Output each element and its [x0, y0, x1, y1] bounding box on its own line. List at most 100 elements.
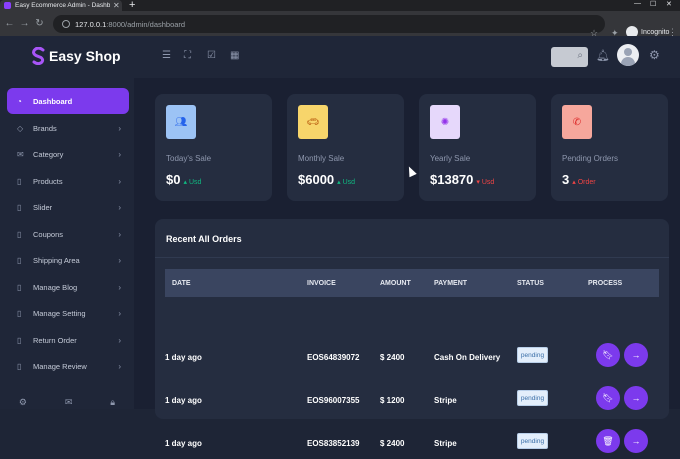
recent-orders-panel: Recent All Orders DATE INVOICE AMOUNT PA… [155, 219, 669, 453]
globe-icon: ✺ [430, 105, 460, 139]
chevron-right-icon: › [118, 361, 121, 371]
incognito-label: Incognito [641, 28, 670, 36]
order-date: 1 day ago [165, 353, 202, 362]
order-invoice: EOS64839072 [307, 353, 360, 362]
file-icon: ▯ [17, 335, 22, 345]
pie-chart-icon: ◔ [17, 96, 22, 106]
sidebar-item-label: Manage Blog [33, 282, 78, 292]
order-payment: Cash On Delivery [434, 353, 501, 362]
chevron-right-icon: › [118, 255, 121, 265]
calendar-icon[interactable]: ▦ [230, 50, 239, 61]
order-amount: $ 1200 [380, 396, 405, 405]
bookmark-button[interactable]: 🔖︎ [596, 343, 620, 367]
sidebar-item-products[interactable]: ▯ Products › [7, 168, 129, 194]
search-input[interactable]: ⌕ [551, 47, 588, 67]
arrow-right-button[interactable]: → [624, 343, 648, 367]
favicon-icon [4, 2, 11, 9]
chevron-right-icon: › [118, 123, 121, 133]
browser-tab-strip: Easy Ecommerce Admin - Dashb ✕ + — ☐ ✕ [0, 0, 680, 11]
column-header: AMOUNT [380, 279, 411, 287]
column-header: PAYMENT [434, 279, 468, 287]
logo-icon [32, 47, 45, 65]
sidebar-item-brands[interactable]: ◇ Brands › [7, 115, 129, 141]
sidebar-item-shipping-area[interactable]: ▯ Shipping Area › [7, 247, 129, 273]
sidebar-item-label: Brands [33, 123, 57, 133]
reload-icon[interactable]: ↻ [32, 18, 47, 29]
sidebar-item-manage-blog[interactable]: ▯ Manage Blog › [7, 274, 129, 300]
stat-value: 3 ▴ Order [562, 172, 596, 187]
site-info-icon[interactable] [62, 20, 70, 28]
table-row: 1 day ago EOS96007355 $ 1200 Stripe pend… [165, 386, 659, 416]
file-icon: ▯ [17, 255, 22, 265]
url-text: 127.0.0.1:8000/admin/dashboard [75, 19, 186, 29]
bell-icon[interactable]: 🔔︎ [596, 49, 610, 62]
mouse-cursor [405, 164, 417, 178]
sidebar-item-label: Dashboard [33, 96, 73, 106]
stat-label: Monthly Sale [298, 154, 345, 163]
browser-tab[interactable]: Easy Ecommerce Admin - Dashb ✕ [0, 0, 122, 11]
order-date: 1 day ago [165, 396, 202, 405]
sidebar-item-label: Category [33, 149, 64, 159]
table-row: 1 day ago EOS83852139 $ 2400 Stripe pend… [165, 429, 659, 459]
chevron-right-icon: › [118, 282, 121, 292]
arrow-right-button[interactable]: → [624, 386, 648, 410]
arrow-right-button[interactable]: → [624, 429, 648, 453]
stat-card-today-sale: 👥︎ Today's Sale $0 ▴ Usd [155, 94, 272, 201]
forward-icon[interactable]: → [17, 18, 32, 29]
bookmark-button[interactable]: 🔖︎ [596, 386, 620, 410]
file-icon: ▯ [17, 176, 22, 186]
gear-icon[interactable]: ⚙ [649, 48, 660, 62]
checkbox-icon[interactable]: ☑ [207, 50, 216, 61]
brand-logo[interactable]: Easy Shop [32, 47, 121, 65]
delete-button[interactable]: 🗑︎ [596, 429, 620, 453]
order-date: 1 day ago [165, 439, 202, 448]
avatar-body [621, 57, 635, 66]
file-icon: ▯ [17, 282, 22, 292]
fullscreen-icon[interactable]: ⛶ [184, 50, 191, 61]
avatar[interactable] [617, 44, 639, 66]
sidebar-item-label: Manage Review [33, 361, 87, 371]
file-icon: ▯ [17, 308, 22, 318]
settings-icon[interactable]: ⚙ [19, 397, 27, 408]
sidebar-item-category[interactable]: ✉ Category › [7, 141, 129, 167]
order-amount: $ 2400 [380, 353, 405, 362]
stat-value: $0 ▴ Usd [166, 172, 202, 187]
panel-title: Recent All Orders [166, 234, 242, 244]
file-icon: ▯ [17, 202, 22, 212]
sidebar-item-dashboard[interactable]: ◔ Dashboard [7, 88, 129, 114]
stat-card-pending-orders: ✆ Pending Orders 3 ▴ Order [551, 94, 668, 201]
status-badge: pending [517, 390, 548, 406]
order-invoice: EOS83852139 [307, 439, 360, 448]
window-close-icon[interactable]: ✕ [666, 0, 672, 8]
search-icon[interactable]: ⌕ [577, 50, 583, 61]
maximize-icon[interactable]: ☐ [650, 0, 656, 8]
back-icon[interactable]: ← [2, 18, 17, 29]
tab-close-icon[interactable]: ✕ [113, 1, 120, 10]
column-header: STATUS [517, 279, 544, 287]
status-badge: pending [517, 347, 548, 363]
lock-icon[interactable]: 🔒︎ [110, 397, 115, 408]
mail-icon[interactable]: ✉ [65, 397, 73, 408]
sidebar-item-label: Shipping Area [33, 255, 80, 265]
sidebar-item-manage-setting[interactable]: ▯ Manage Setting › [7, 300, 129, 326]
order-payment: Stripe [434, 396, 457, 405]
url-input[interactable]: 127.0.0.1:8000/admin/dashboard [53, 15, 605, 33]
menu-icon[interactable]: ☰ [162, 50, 171, 61]
sidebar-item-return-order[interactable]: ▯ Return Order › [7, 327, 129, 353]
table-header: DATE INVOICE AMOUNT PAYMENT STATUS PROCE… [165, 269, 659, 297]
new-tab-button[interactable]: + [129, 0, 135, 11]
order-amount: $ 2400 [380, 439, 405, 448]
tag-icon: ◇ [17, 123, 24, 133]
chevron-right-icon: › [118, 149, 121, 159]
sidebar-item-coupons[interactable]: ▯ Coupons › [7, 221, 129, 247]
minimize-icon[interactable]: — [634, 0, 641, 7]
chevron-right-icon: › [118, 335, 121, 345]
sidebar-footer: ⚙ ✉ 🔒︎ [0, 392, 134, 412]
sidebar-item-label: Return Order [33, 335, 77, 345]
chevron-right-icon: › [118, 176, 121, 186]
sidebar-item-slider[interactable]: ▯ Slider › [7, 194, 129, 220]
sidebar-item-manage-review[interactable]: ▯ Manage Review › [7, 353, 129, 379]
stat-card-yearly-sale: ✺ Yearly Sale $13870 ▾ Usd [419, 94, 536, 201]
stat-label: Pending Orders [562, 154, 619, 163]
chevron-right-icon: › [118, 229, 121, 239]
